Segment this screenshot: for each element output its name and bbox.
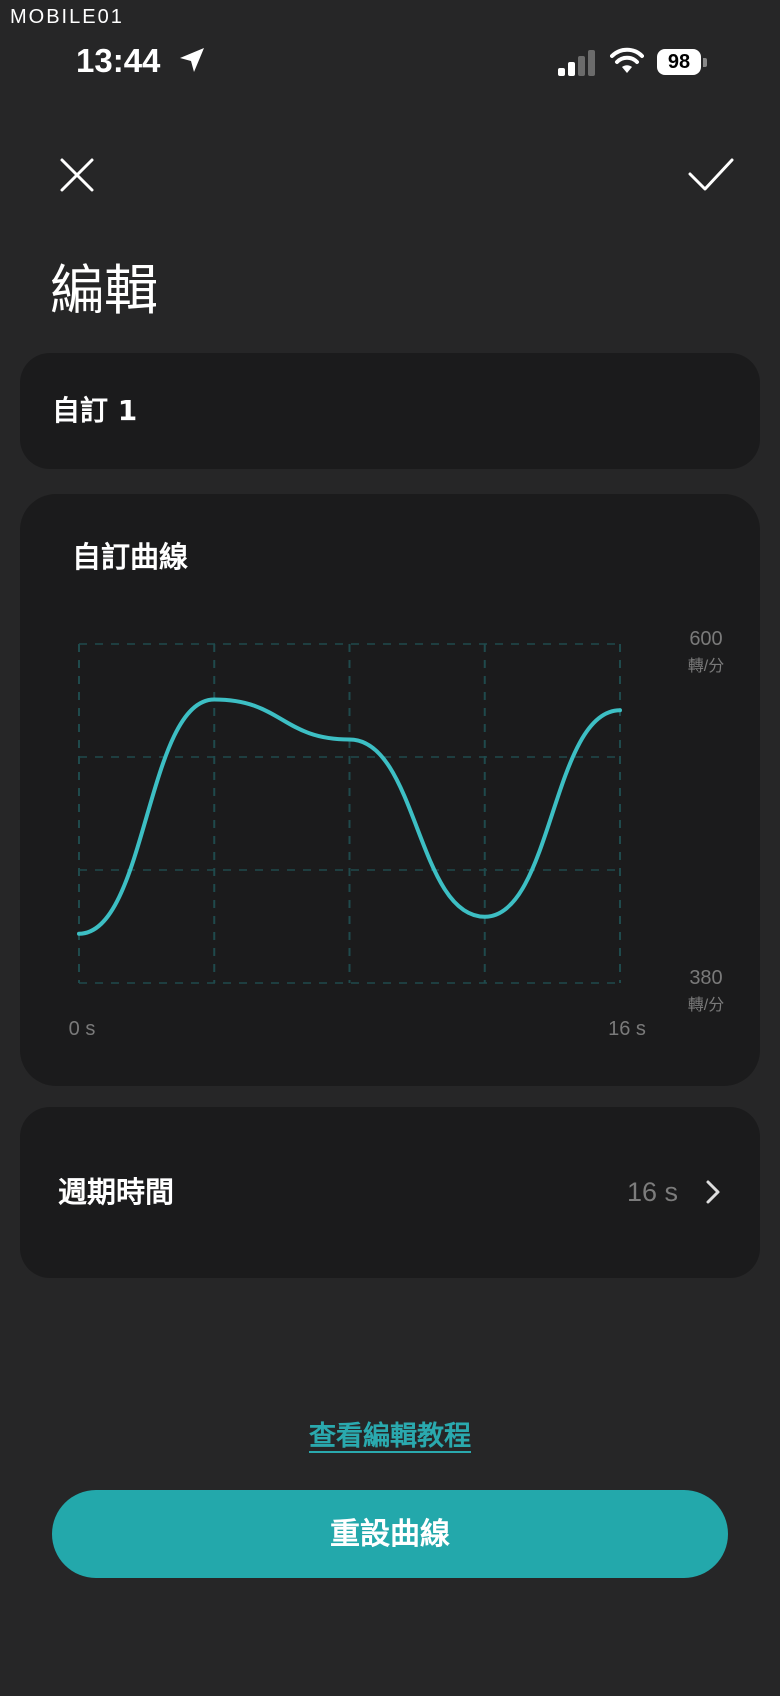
watermark: MOBILE01 [10, 6, 124, 28]
cellular-signal-icon [558, 50, 595, 76]
speed-curve-line[interactable] [77, 697, 622, 936]
close-icon[interactable] [58, 156, 96, 194]
status-time: 13:44 [76, 42, 161, 79]
y-min-value: 380 [689, 967, 722, 989]
cycle-time-value: 16 s [626, 1177, 678, 1207]
page-title: 編輯 [50, 259, 158, 322]
profile-name: 自訂 1 [52, 394, 138, 427]
y-min-unit: 轉/分 [688, 996, 724, 1014]
curve-chart[interactable]: 600 轉/分 380 轉/分 0 s 16 s [20, 494, 760, 1086]
cycle-time-label: 週期時間 [58, 1175, 175, 1209]
battery-level: 98 [657, 49, 701, 75]
wifi-icon [610, 47, 644, 73]
y-max-unit: 轉/分 [688, 657, 724, 675]
location-arrow-icon [180, 48, 204, 72]
chevron-right-icon [706, 1180, 720, 1204]
edit-tutorial-link[interactable]: 查看編輯教程 [0, 1414, 780, 1453]
x-start-label: 0 s [69, 1018, 96, 1040]
checkmark-icon[interactable] [688, 156, 734, 194]
battery-indicator: 98 [657, 49, 707, 77]
reset-curve-button[interactable]: 重設曲線 [52, 1490, 728, 1578]
cycle-time-row[interactable]: 週期時間 16 s [20, 1107, 760, 1278]
profile-name-field[interactable]: 自訂 1 [20, 353, 760, 469]
y-max-value: 600 [689, 628, 722, 650]
x-end-label: 16 s [608, 1018, 646, 1040]
custom-curve-card: 自訂曲線 600 轉/分 380 轉/分 0 s 16 s [20, 494, 760, 1086]
